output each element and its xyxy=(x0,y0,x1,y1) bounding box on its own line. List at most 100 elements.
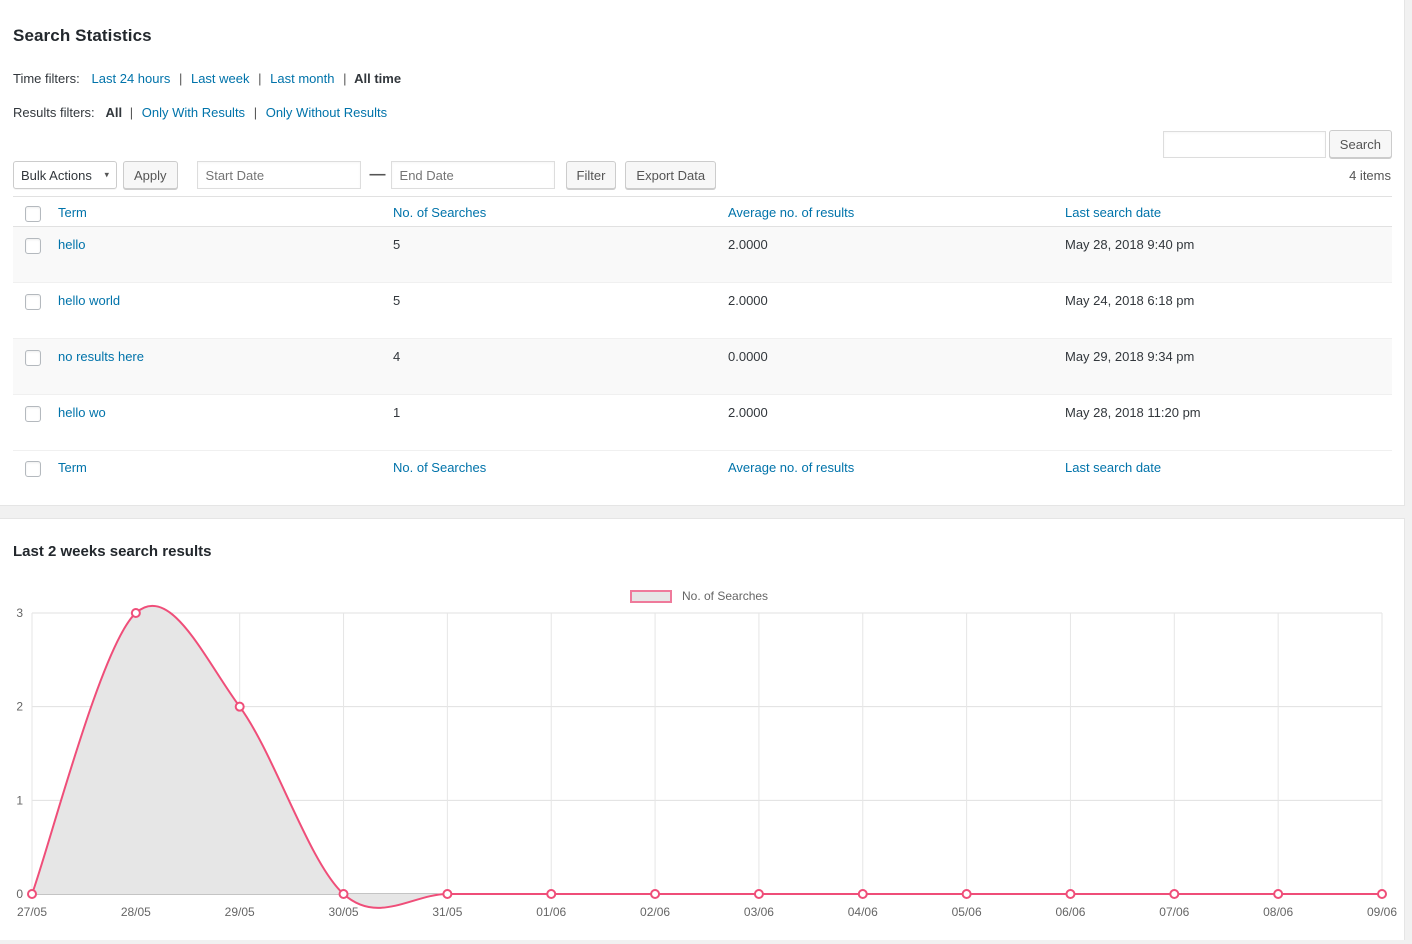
time-filter-all-time[interactable]: All time xyxy=(354,71,401,86)
search-statistics-panel: Search Statistics Time filters: Last 24 … xyxy=(0,0,1405,506)
row-checkbox[interactable] xyxy=(25,349,41,366)
x-axis-tick-label: 04/06 xyxy=(848,905,878,919)
column-header-average-link[interactable]: Average no. of results xyxy=(728,205,854,220)
chart-data-point[interactable] xyxy=(27,889,37,899)
cell-term: no results here xyxy=(58,338,393,395)
cell-last-date: May 28, 2018 9:40 pm xyxy=(1065,226,1392,283)
search-results-chart: 0 1 2 3 27/05 28/05 29/05 30/05 31/05 01/06 02/06 0… xyxy=(16,604,1397,919)
time-filters-label: Time filters: xyxy=(13,71,80,86)
cell-term: hello wo xyxy=(58,394,393,451)
x-axis-tick-label: 08/06 xyxy=(1263,905,1293,919)
x-axis-tick-label: 30/05 xyxy=(329,905,359,919)
column-footer-term: Term xyxy=(58,450,393,483)
table-foot: Term No. of Searches Average no. of resu… xyxy=(13,450,1392,483)
cell-term: hello world xyxy=(58,282,393,339)
chevron-down-icon: ▾ xyxy=(104,169,109,180)
column-header-last-date-link[interactable]: Last search date xyxy=(1065,205,1161,220)
row-checkbox[interactable] xyxy=(25,293,41,310)
chart-data-point[interactable] xyxy=(961,889,972,899)
cell-searches: 5 xyxy=(393,226,728,283)
chart-data-point[interactable] xyxy=(753,889,764,899)
results-filter-only-without-results[interactable]: Only Without Results xyxy=(266,105,387,120)
search-button[interactable]: Search xyxy=(1328,130,1392,158)
term-link[interactable]: hello xyxy=(58,237,85,252)
cell-searches: 5 xyxy=(393,282,728,339)
search-box: Search xyxy=(1162,130,1392,158)
bulk-actions-select[interactable]: Bulk Actions ▾ xyxy=(13,161,117,189)
search-input[interactable] xyxy=(1162,130,1326,158)
term-link[interactable]: hello wo xyxy=(58,405,106,420)
export-data-button[interactable]: Export Data xyxy=(625,161,717,189)
select-all-checkbox-footer[interactable] xyxy=(25,460,41,477)
time-filter-last-week[interactable]: Last week xyxy=(191,71,250,86)
chart-panel: Last 2 weeks search results No. of Searc… xyxy=(0,518,1405,940)
table-row: hello wo 1 2.0000 May 28, 2018 11:20 pm xyxy=(13,394,1392,451)
column-footer-average: Average no. of results xyxy=(728,450,1065,483)
x-axis-tick-label: 09/06 xyxy=(1367,905,1397,919)
x-axis-tick-label: 31/05 xyxy=(432,905,462,919)
row-checkbox[interactable] xyxy=(25,237,41,254)
table-row: hello world 5 2.0000 May 24, 2018 6:18 p… xyxy=(13,282,1392,339)
time-filter-last-24-hours[interactable]: Last 24 hours xyxy=(92,71,171,86)
row-select-cell xyxy=(13,226,58,283)
chart-area: No. of Searches 0 1 2 3 27/05 28/05 29/05 30/05… xyxy=(0,579,1404,939)
chart-data-point[interactable] xyxy=(130,608,141,618)
page-title: Search Statistics xyxy=(13,26,152,45)
column-footer-searches-link[interactable]: No. of Searches xyxy=(393,460,486,475)
cell-last-date: May 29, 2018 9:34 pm xyxy=(1065,338,1392,395)
cell-average: 0.0000 xyxy=(728,338,1065,395)
y-axis-tick-label: 1 xyxy=(16,793,23,807)
chart-data-point[interactable] xyxy=(234,701,245,712)
cell-average: 2.0000 xyxy=(728,282,1065,339)
filter-separator: | xyxy=(343,71,347,86)
column-footer-average-link[interactable]: Average no. of results xyxy=(728,460,854,475)
chart-data-point[interactable] xyxy=(442,889,453,899)
date-range-separator: — xyxy=(369,166,386,183)
column-footer-term-link[interactable]: Term xyxy=(58,460,87,475)
table-row: hello 5 2.0000 May 28, 2018 9:40 pm xyxy=(13,226,1392,283)
cell-searches: 4 xyxy=(393,338,728,395)
chart-data-point[interactable] xyxy=(1377,889,1387,899)
cell-term: hello xyxy=(58,226,393,283)
results-filter-only-with-results[interactable]: Only With Results xyxy=(142,105,245,120)
filter-separator: | xyxy=(253,105,258,120)
time-filter-last-month[interactable]: Last month xyxy=(270,71,334,86)
column-header-average: Average no. of results xyxy=(728,196,1065,227)
row-select-cell xyxy=(13,394,58,451)
chart-data-point[interactable] xyxy=(650,889,661,899)
table-toolbar: Bulk Actions ▾ Apply — Filter Export Dat… xyxy=(13,161,717,189)
term-link[interactable]: hello world xyxy=(58,293,120,308)
chart-data-point[interactable] xyxy=(1273,889,1284,899)
select-all-header xyxy=(13,196,58,227)
x-axis-tick-label: 01/06 xyxy=(536,905,566,919)
column-header-term-link[interactable]: Term xyxy=(58,205,87,220)
y-axis-tick-label: 3 xyxy=(16,606,23,620)
filter-button[interactable]: Filter xyxy=(565,161,617,189)
column-header-searches-link[interactable]: No. of Searches xyxy=(393,205,486,220)
filter-separator: | xyxy=(129,105,134,120)
chart-data-point[interactable] xyxy=(546,889,557,899)
chart-data-point[interactable] xyxy=(1169,889,1180,899)
chart-data-point[interactable] xyxy=(1065,889,1076,899)
select-all-checkbox[interactable] xyxy=(25,205,41,222)
chart-data-point[interactable] xyxy=(857,889,868,899)
filter-separator: | xyxy=(178,71,183,86)
row-select-cell xyxy=(13,338,58,395)
start-date-input[interactable] xyxy=(196,161,361,189)
legend-swatch-icon xyxy=(630,589,672,603)
y-axis-tick-label: 0 xyxy=(16,887,23,901)
x-axis-tick-label: 06/06 xyxy=(1055,905,1085,919)
chart-data-point[interactable] xyxy=(338,889,349,899)
row-checkbox[interactable] xyxy=(25,405,41,422)
apply-button[interactable]: Apply xyxy=(123,161,178,189)
column-footer-last-date-link[interactable]: Last search date xyxy=(1065,460,1161,475)
cell-average: 2.0000 xyxy=(728,394,1065,451)
term-link[interactable]: no results here xyxy=(58,349,144,364)
end-date-input[interactable] xyxy=(390,161,555,189)
table-body: hello 5 2.0000 May 28, 2018 9:40 pm hell… xyxy=(13,226,1392,451)
results-filter-all[interactable]: All xyxy=(105,105,122,120)
chart-legend: No. of Searches xyxy=(630,589,768,603)
table-row: no results here 4 0.0000 May 29, 2018 9:… xyxy=(13,338,1392,395)
cell-last-date: May 24, 2018 6:18 pm xyxy=(1065,282,1392,339)
bulk-actions-label: Bulk Actions xyxy=(21,167,92,183)
